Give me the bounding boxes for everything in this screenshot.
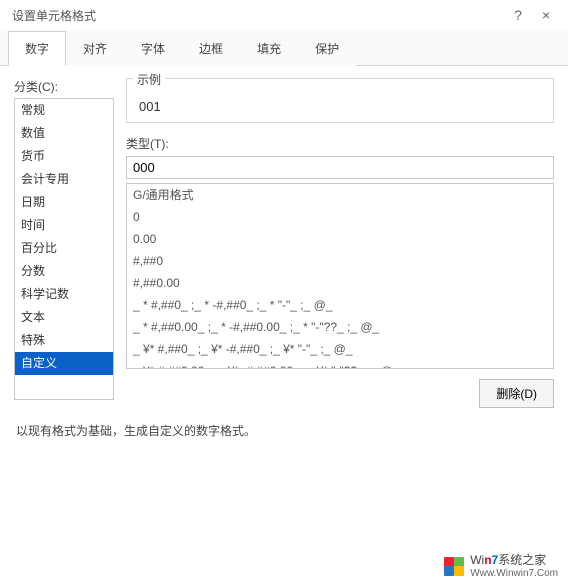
type-input[interactable] — [126, 156, 554, 179]
category-item[interactable]: 科学记数 — [15, 283, 113, 306]
format-item[interactable]: 0.00 — [127, 228, 553, 250]
category-list[interactable]: 常规数值货币会计专用日期时间百分比分数科学记数文本特殊自定义 — [14, 98, 114, 400]
tab-1[interactable]: 对齐 — [66, 31, 124, 66]
category-item[interactable]: 日期 — [15, 191, 113, 214]
category-item[interactable]: 常规 — [15, 99, 113, 122]
tab-2[interactable]: 字体 — [124, 31, 182, 66]
format-item[interactable]: 0 — [127, 206, 553, 228]
category-item[interactable]: 文本 — [15, 306, 113, 329]
category-item[interactable]: 货币 — [15, 145, 113, 168]
tab-5[interactable]: 保护 — [298, 31, 356, 66]
watermark-line2: Www.Winwin7.Com — [470, 568, 558, 580]
format-item[interactable]: G/通用格式 — [127, 184, 553, 206]
category-item[interactable]: 会计专用 — [15, 168, 113, 191]
tab-strip: 数字对齐字体边框填充保护 — [0, 30, 568, 66]
window-title: 设置单元格格式 — [12, 7, 504, 24]
watermark-line1: Win7系统之家 — [470, 554, 558, 568]
format-item[interactable]: _ ¥* #,##0.00_ ;_ ¥* -#,##0.00_ ;_ ¥* "-… — [127, 360, 553, 369]
tab-3[interactable]: 边框 — [182, 31, 240, 66]
category-item[interactable]: 时间 — [15, 214, 113, 237]
format-list[interactable]: G/通用格式00.00#,##0#,##0.00_ * #,##0_ ;_ * … — [126, 183, 554, 369]
tab-4[interactable]: 填充 — [240, 31, 298, 66]
tab-0[interactable]: 数字 — [8, 31, 66, 66]
format-item[interactable]: #,##0 — [127, 250, 553, 272]
close-button[interactable]: × — [532, 7, 560, 23]
sample-group: 示例 001 — [126, 78, 554, 123]
category-item[interactable]: 百分比 — [15, 237, 113, 260]
type-label: 类型(T): — [126, 135, 554, 152]
format-item[interactable]: _ * #,##0.00_ ;_ * -#,##0.00_ ;_ * "-"??… — [127, 316, 553, 338]
sample-value: 001 — [135, 99, 545, 114]
format-item[interactable]: _ * #,##0_ ;_ * -#,##0_ ;_ * "-"_ ;_ @_ — [127, 294, 553, 316]
category-label: 分类(C): — [14, 78, 114, 95]
format-item[interactable]: #,##0.00 — [127, 272, 553, 294]
hint-text: 以现有格式为基础，生成自定义的数字格式。 — [16, 422, 552, 439]
windows-flag-icon — [444, 557, 466, 575]
watermark: Win7系统之家 Www.Winwin7.Com — [444, 554, 558, 579]
help-button[interactable]: ? — [504, 7, 532, 23]
category-item[interactable]: 分数 — [15, 260, 113, 283]
sample-legend: 示例 — [133, 71, 165, 88]
delete-button[interactable]: 删除(D) — [479, 379, 554, 408]
format-item[interactable]: _ ¥* #,##0_ ;_ ¥* -#,##0_ ;_ ¥* "-"_ ;_ … — [127, 338, 553, 360]
category-item[interactable]: 自定义 — [15, 352, 113, 375]
category-item[interactable]: 数值 — [15, 122, 113, 145]
category-item[interactable]: 特殊 — [15, 329, 113, 352]
